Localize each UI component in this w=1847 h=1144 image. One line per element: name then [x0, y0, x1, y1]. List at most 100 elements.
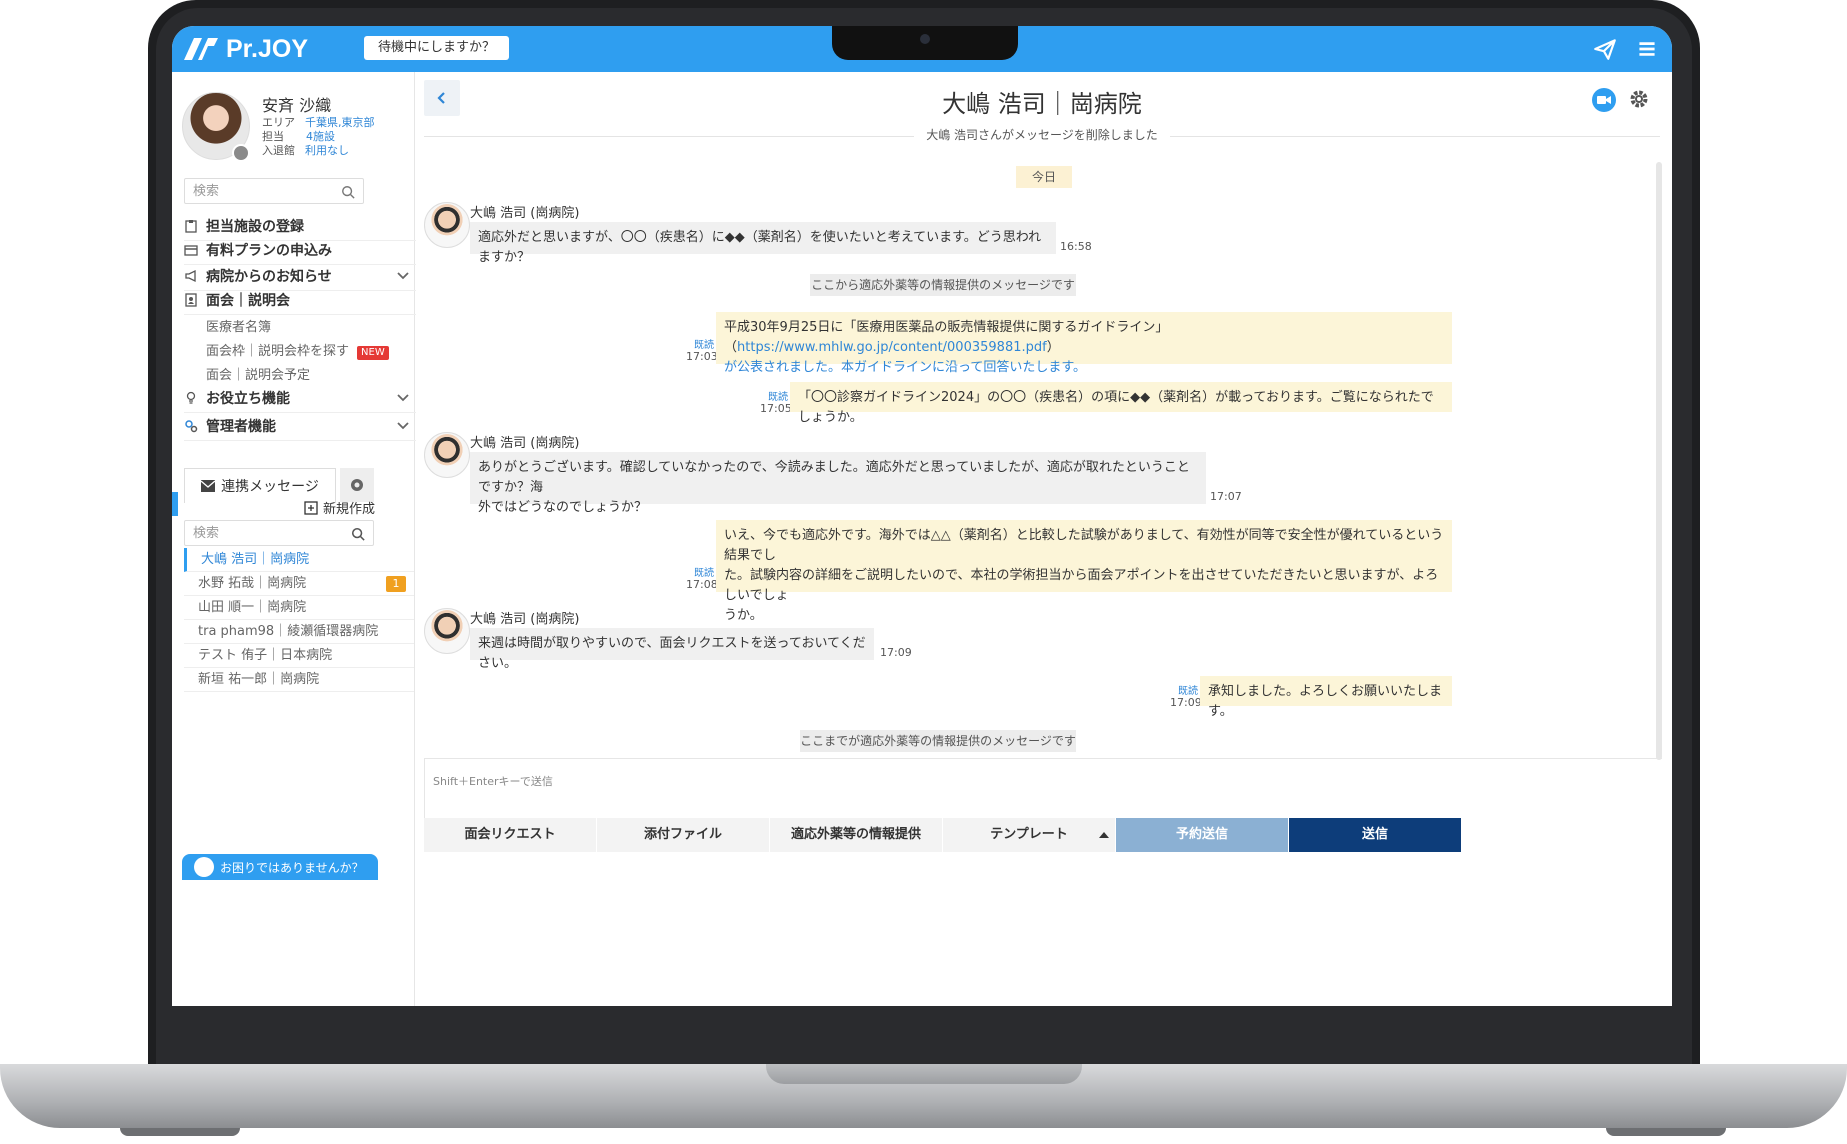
read-indicator: 既読: [694, 568, 714, 579]
send-button[interactable]: 送信: [1289, 818, 1462, 852]
message-input[interactable]: Shift＋Enterキーで送信: [424, 758, 1662, 818]
menu-paid-plan[interactable]: 有料プランの申込み: [184, 236, 416, 265]
logo-mark-icon: [184, 38, 218, 60]
search-placeholder: 検索: [193, 526, 220, 541]
message-bubble-outgoing: 平成30年9月25日に「医療用医薬品の販売情報提供に関するガイドライン」（htt…: [716, 312, 1452, 375]
submenu-meeting-schedule[interactable]: 面会｜説明会予定: [206, 364, 310, 383]
conversation-item[interactable]: 大嶋 浩司｜崗病院: [184, 548, 414, 572]
message-text: た。試験内容の詳細をご説明したいので、本社の学術担当から面会アポイントを出させて…: [724, 568, 1439, 603]
chat-scrollbar[interactable]: [1656, 162, 1662, 760]
conversation-label: 水野 拓哉｜崗病院: [198, 576, 307, 591]
message-time: 17:09: [1170, 696, 1202, 709]
message-bubble-incoming: 来週は時間が取りやすいので、面会リクエストを送っておいてください。: [470, 628, 874, 671]
search-icon[interactable]: [341, 185, 355, 199]
new-create-button[interactable]: 新規作成: [304, 498, 375, 517]
offlabel-end-divider: ここまでが適応外薬等の情報提供のメッセージです: [800, 730, 1076, 752]
message-text: 来週は時間が取りやすいので、面会リクエストを送っておいてください。: [478, 636, 866, 671]
conversation-label: 新垣 祐一郎｜崗病院: [198, 672, 320, 687]
input-placeholder: Shift＋Enterキーで送信: [433, 775, 553, 788]
sender-name: 大嶋 浩司 (崗病院): [470, 612, 580, 627]
menu-label: 面会｜説明会: [206, 293, 290, 309]
plus-square-icon: [304, 500, 318, 515]
new-create-label: 新規作成: [323, 502, 376, 517]
gear-icon: [351, 479, 363, 491]
video-camera-icon: [1597, 96, 1611, 104]
menu-admin-features[interactable]: 管理者機能: [184, 412, 416, 441]
video-call-button[interactable]: [1592, 88, 1616, 112]
laptop-foot-left: [120, 1128, 240, 1136]
app-logo[interactable]: Pr.JOY: [182, 34, 308, 64]
entry-row: 入退館 利用なし: [262, 142, 349, 158]
menu-label: 有料プランの申込み: [206, 243, 332, 259]
clipboard-icon: [185, 220, 197, 233]
meeting-request-button[interactable]: 面会リクエスト: [424, 818, 597, 852]
chat-settings-gear-icon[interactable]: [1628, 88, 1650, 110]
message-time: 17:03: [686, 350, 718, 363]
schedule-send-button[interactable]: 予約送信: [1116, 818, 1289, 852]
conversation-item[interactable]: 水野 拓哉｜崗病院 1: [184, 572, 414, 596]
menu-meeting[interactable]: 面会｜説明会: [184, 286, 416, 315]
template-button[interactable]: テンプレート: [943, 818, 1116, 852]
submenu-label: 医療者名簿: [206, 320, 272, 335]
guideline-link[interactable]: https://www.mhlw.go.jp/content/000359881…: [737, 340, 1047, 355]
message-time: 17:09: [880, 646, 912, 659]
standby-button[interactable]: 待機中にしますか？: [364, 36, 510, 60]
sender-avatar[interactable]: [424, 202, 470, 248]
message-time: 16:58: [1060, 240, 1092, 253]
chevron-down-icon[interactable]: [396, 268, 410, 282]
caret-up-icon: [1099, 832, 1109, 838]
conversation-item[interactable]: テスト 侑子｜日本病院: [184, 644, 414, 668]
attach-file-button[interactable]: 添付ファイル: [597, 818, 770, 852]
chevron-down-icon[interactable]: [396, 390, 410, 404]
offlabel-info-button[interactable]: 適応外薬等の情報提供: [770, 818, 943, 852]
read-indicator: 既読: [768, 392, 788, 403]
help-button[interactable]: お困りではありませんか？: [182, 854, 378, 880]
message-text: ）: [1046, 340, 1060, 355]
menu-label: 担当施設の登録: [206, 219, 304, 235]
sidebar-collapse-handle[interactable]: [172, 492, 178, 516]
megaphone-icon: [185, 269, 196, 283]
conversation-item[interactable]: 山田 順一｜崗病院: [184, 596, 414, 620]
sender-name: 大嶋 浩司 (崗病院): [470, 206, 580, 221]
message-text: いえ、今でも適応外です。海外では△△（薬剤名）と比較した試験がありまして、有効性…: [724, 528, 1444, 563]
tab-message-settings[interactable]: [340, 468, 374, 502]
menu-useful-features[interactable]: お役立ち機能: [184, 384, 416, 413]
submenu-find-slots[interactable]: 面会枠｜説明会枠を探す NEW: [206, 340, 389, 360]
tab-label: 連携メッセージ: [221, 479, 319, 495]
read-indicator: 既読: [1178, 686, 1198, 697]
conversation-search-input[interactable]: 検索: [184, 520, 374, 546]
hamburger-menu-icon[interactable]: [1634, 36, 1660, 62]
message-line: 平成30年9月25日に「医療用医薬品の販売情報提供に関するガイドライン」（htt…: [724, 318, 1444, 358]
entry-label: 入退館: [262, 144, 295, 157]
system-notice-text: 大嶋 浩司さんがメッセージを削除しました: [914, 128, 1170, 142]
submenu-medical-roster[interactable]: 医療者名簿: [206, 316, 271, 335]
menu-label: 管理者機能: [206, 419, 276, 435]
sender-avatar[interactable]: [424, 432, 470, 478]
sidebar-search-input[interactable]: 検索: [184, 178, 364, 204]
message-bubble-incoming: ありがとうございます。確認していなかったので、今読みました。適応外だと思っていま…: [470, 452, 1206, 515]
conversation-label: tra pham98｜綾瀬循環器病院: [198, 624, 379, 639]
system-deleted-notice: 大嶋 浩司さんがメッセージを削除しました: [172, 126, 1672, 143]
laptop-base-notch: [766, 1064, 1082, 1084]
message-text: ありがとうございます。確認していなかったので、今読みました。適応外だと思っていま…: [478, 460, 1190, 495]
camera-badge-icon[interactable]: [232, 144, 250, 162]
chevron-down-icon[interactable]: [396, 418, 410, 432]
offlabel-start-divider: ここから適応外薬等の情報提供のメッセージです: [810, 274, 1076, 296]
sender-avatar[interactable]: [424, 608, 470, 654]
message-time: 17:08: [686, 578, 718, 591]
message-text: うか。: [724, 608, 763, 623]
conversation-label: テスト 侑子｜日本病院: [198, 648, 333, 663]
conversation-item[interactable]: 新垣 祐一郎｜崗病院: [184, 668, 414, 692]
paper-plane-icon[interactable]: [1592, 36, 1618, 62]
date-separator: 今日: [1016, 166, 1072, 188]
support-avatar: [194, 857, 214, 877]
message-text: 適応外だと思いますが、〇〇（疾患名）に◆◆（薬剤名）を使いたいと考えています。ど…: [478, 230, 1042, 265]
message-time: 17:05: [760, 402, 792, 415]
sidebar: 安斉 沙織 エリア 千葉県,東京部 担当 4施設 入退館 利用なし 検索 担当施設の登…: [172, 72, 416, 1006]
message-bubble-outgoing: 承知しました。よろしくお願いいたします。: [1200, 676, 1452, 719]
conversation-item[interactable]: tra pham98｜綾瀬循環器病院: [184, 620, 414, 644]
logo-text: Pr.JOY: [226, 34, 308, 63]
entry-value[interactable]: 利用なし: [305, 144, 349, 157]
search-icon[interactable]: [351, 527, 365, 541]
menu-label: お役立ち機能: [206, 391, 290, 407]
